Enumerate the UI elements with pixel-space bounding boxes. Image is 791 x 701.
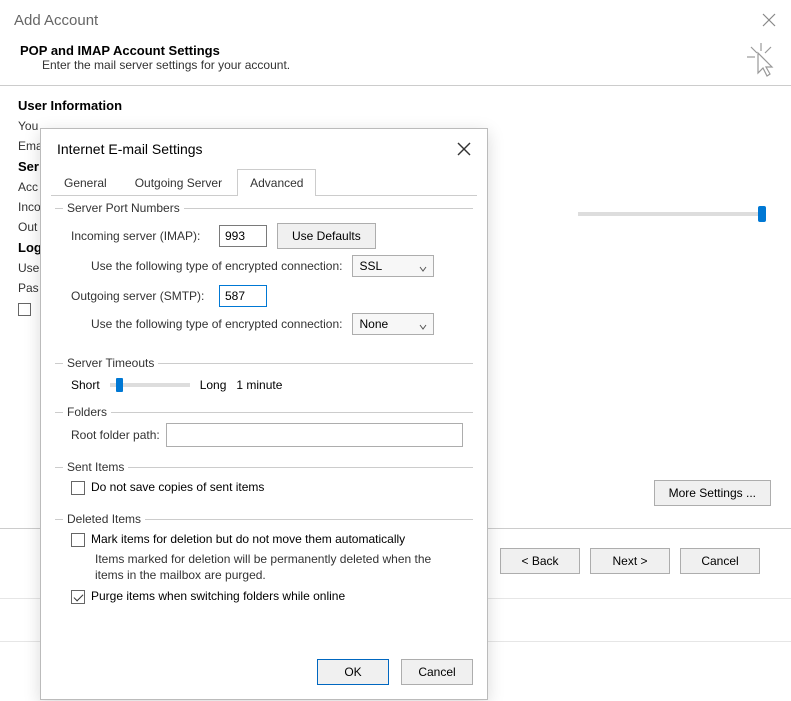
username-label: Use — [18, 261, 39, 275]
root-folder-row: Root folder path: — [65, 423, 463, 447]
mark-deletion-row: Mark items for deletion but do not move … — [65, 532, 463, 547]
mark-deletion-label: Mark items for deletion but do not move … — [91, 532, 405, 546]
sent-items-legend: Sent Items — [63, 460, 128, 474]
dialog-tabs: General Outgoing Server Advanced — [51, 169, 477, 196]
dialog-title: Internet E-mail Settings — [57, 141, 203, 157]
add-account-window: Add Account POP and IMAP Account Setting… — [0, 0, 791, 701]
nav-buttons: < Back Next > Cancel — [500, 548, 760, 574]
incoming-enc-label: Use the following type of encrypted conn… — [91, 259, 342, 273]
mark-deletion-checkbox[interactable] — [71, 533, 85, 547]
dialog-header: Internet E-mail Settings — [41, 129, 487, 159]
no-save-sent-checkbox[interactable] — [71, 481, 85, 495]
timeout-long-label: Long — [200, 378, 227, 392]
account-label: Acc — [18, 180, 38, 194]
your-name-label: You — [18, 119, 38, 133]
no-save-sent-row: Do not save copies of sent items — [65, 480, 463, 495]
offline-slider[interactable] — [570, 212, 774, 216]
main-header: Add Account — [0, 0, 791, 35]
internet-email-settings-dialog: Internet E-mail Settings General Outgoin… — [40, 128, 488, 700]
use-defaults-button[interactable]: Use Defaults — [277, 223, 376, 249]
sent-items-group: Sent Items Do not save copies of sent it… — [55, 467, 473, 509]
next-button[interactable]: Next > — [590, 548, 670, 574]
timeout-slider-row: Short Long 1 minute — [65, 378, 463, 392]
section-title-row: POP and IMAP Account Settings Enter the … — [0, 35, 791, 79]
incoming-enc-select[interactable]: SSL — [352, 255, 434, 277]
server-port-numbers-group: Server Port Numbers Incoming server (IMA… — [55, 208, 473, 353]
deleted-items-group: Deleted Items Mark items for deletion bu… — [55, 519, 473, 618]
timeouts-legend: Server Timeouts — [63, 356, 158, 370]
email-label: Ema — [18, 139, 43, 153]
cancel-button-main[interactable]: Cancel — [680, 548, 760, 574]
tab-advanced-body: Server Port Numbers Incoming server (IMA… — [41, 196, 487, 640]
chevron-down-icon — [419, 262, 427, 270]
outgoing-enc-label: Use the following type of encrypted conn… — [91, 317, 342, 331]
tab-outgoing-server[interactable]: Outgoing Server — [122, 169, 235, 196]
outgoing-enc-select[interactable]: None — [352, 313, 434, 335]
section-title: POP and IMAP Account Settings — [20, 43, 290, 58]
purge-label: Purge items when switching folders while… — [91, 589, 345, 603]
dialog-buttons: OK Cancel — [317, 659, 473, 685]
outgoing-port-row: Outgoing server (SMTP): — [65, 285, 463, 307]
root-folder-label: Root folder path: — [71, 428, 160, 442]
incoming-port-row: Incoming server (IMAP): Use Defaults — [65, 223, 463, 249]
cursor-icon — [745, 43, 777, 79]
timeout-short-label: Short — [71, 378, 100, 392]
outgoing-label: Out — [18, 220, 37, 234]
more-settings-button[interactable]: More Settings ... — [654, 480, 771, 506]
dialog-close-icon[interactable] — [457, 142, 471, 156]
incoming-port-input[interactable] — [219, 225, 267, 247]
folders-group: Folders Root folder path: — [55, 412, 473, 457]
timeout-slider[interactable] — [110, 383, 190, 387]
root-folder-input[interactable] — [166, 423, 463, 447]
incoming-encryption-row: Use the following type of encrypted conn… — [91, 255, 463, 277]
incoming-enc-value: SSL — [359, 259, 382, 273]
cancel-button[interactable]: Cancel — [401, 659, 473, 685]
close-icon[interactable] — [761, 12, 777, 28]
bg-checkbox[interactable] — [18, 303, 31, 316]
incoming-label: Inco — [18, 200, 41, 214]
divider — [0, 85, 791, 86]
outgoing-encryption-row: Use the following type of encrypted conn… — [91, 313, 463, 335]
password-label: Pas — [18, 281, 39, 295]
mark-deletion-help: Items marked for deletion will be perman… — [65, 551, 463, 583]
window-title: Add Account — [14, 12, 98, 29]
ok-button[interactable]: OK — [317, 659, 389, 685]
chevron-down-icon — [419, 320, 427, 328]
back-button[interactable]: < Back — [500, 548, 580, 574]
slider-thumb[interactable] — [758, 206, 766, 222]
folders-legend: Folders — [63, 405, 111, 419]
more-settings-row: More Settings ... — [654, 480, 771, 506]
tab-general[interactable]: General — [51, 169, 120, 196]
server-timeouts-group: Server Timeouts Short Long 1 minute — [55, 363, 473, 402]
timeout-value: 1 minute — [236, 378, 282, 392]
timeout-slider-thumb[interactable] — [116, 378, 123, 392]
deleted-items-legend: Deleted Items — [63, 512, 145, 526]
outgoing-port-input[interactable] — [219, 285, 267, 307]
purge-checkbox[interactable] — [71, 590, 85, 604]
server-port-legend: Server Port Numbers — [63, 201, 184, 215]
tab-advanced[interactable]: Advanced — [237, 169, 316, 196]
user-info-heading: User Information — [18, 98, 773, 113]
purge-row: Purge items when switching folders while… — [65, 589, 463, 604]
outgoing-port-label: Outgoing server (SMTP): — [71, 289, 209, 303]
section-subtitle: Enter the mail server settings for your … — [20, 58, 290, 72]
incoming-port-label: Incoming server (IMAP): — [71, 229, 209, 243]
outgoing-enc-value: None — [359, 317, 388, 331]
no-save-sent-label: Do not save copies of sent items — [91, 480, 264, 494]
